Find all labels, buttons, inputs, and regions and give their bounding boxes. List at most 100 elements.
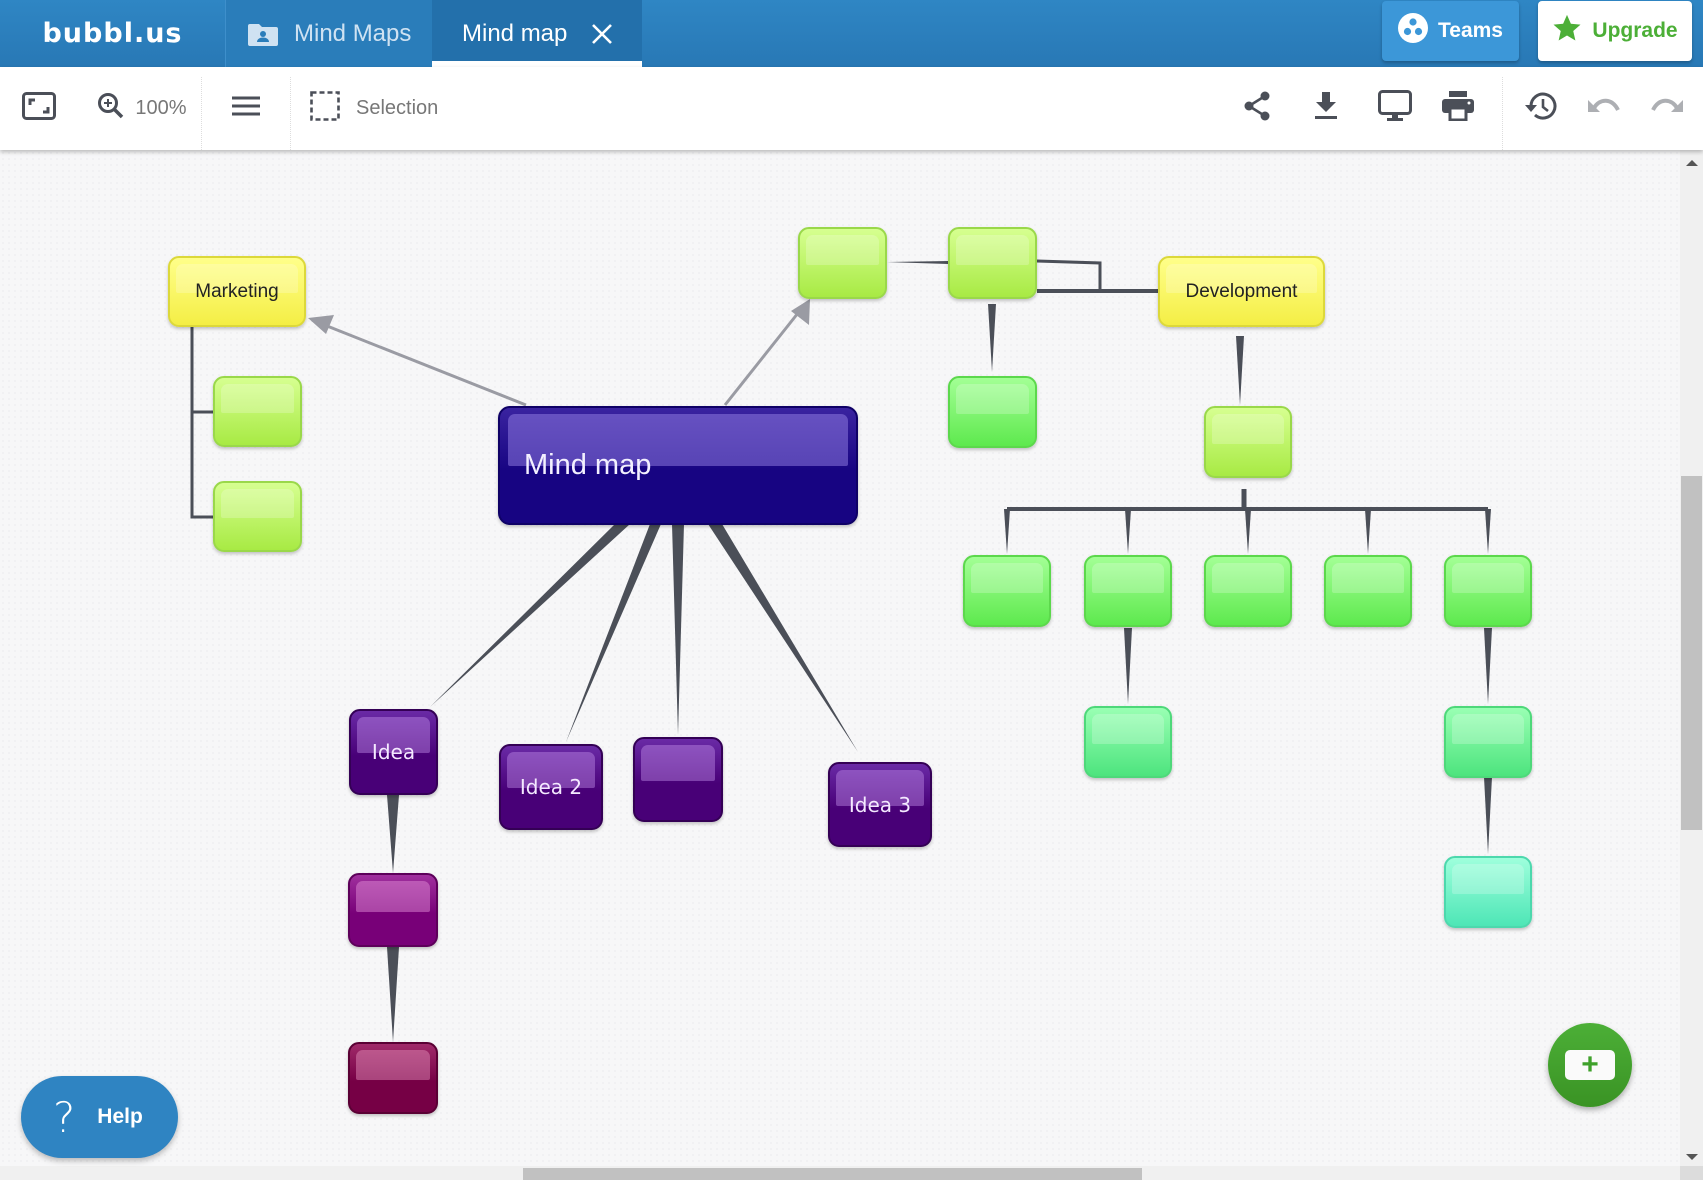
link-branch-5 [1485, 509, 1491, 554]
node-idea-label: Idea [371, 740, 416, 764]
undo-button[interactable] [1584, 67, 1624, 150]
teams-button[interactable]: Teams [1382, 1, 1519, 61]
tab-mind-maps[interactable]: Mind Maps [226, 0, 432, 67]
node-marketing[interactable]: Marketing [168, 256, 306, 327]
scroll-up-arrow-icon[interactable] [1686, 160, 1698, 166]
node-root-label: Mind map [524, 449, 652, 481]
tab-mind-map[interactable]: Mind map [432, 0, 642, 67]
node-idea-blank[interactable] [633, 737, 723, 822]
node-development-child[interactable] [1204, 406, 1292, 478]
upgrade-button[interactable]: Upgrade [1538, 1, 1692, 61]
zoom-level: 100% [135, 97, 187, 119]
link-dev-child [1236, 336, 1244, 405]
menu-button[interactable] [226, 67, 266, 150]
redo-button[interactable] [1647, 67, 1687, 150]
node-root-mind-map[interactable]: Mind map [498, 406, 858, 525]
print-icon [1442, 91, 1474, 126]
node-dev-branch-5[interactable] [1444, 555, 1532, 627]
node-marketing-child-1[interactable] [213, 376, 302, 447]
link-branch-1 [1004, 509, 1010, 554]
node-idea-2[interactable]: Idea 2 [499, 744, 603, 830]
teams-label: Teams [1438, 19, 1503, 42]
node-top-green-2[interactable] [948, 227, 1037, 299]
horizontal-scrollbar[interactable] [0, 1166, 1680, 1180]
zoom-in-icon [97, 92, 125, 125]
link-col5-grandchild [1484, 777, 1492, 854]
node-marketing-child-2[interactable] [213, 481, 302, 552]
node-dev-branch-3[interactable] [1204, 555, 1292, 627]
download-icon [1315, 92, 1337, 125]
tab-mind-map-label: Mind map [462, 19, 568, 47]
node-development[interactable]: Development [1158, 256, 1325, 327]
toolbar-divider [1502, 77, 1503, 150]
top-bar: bubbl.us Mind Maps Mind map Teams Upgrad… [0, 0, 1703, 67]
vertical-scroll-thumb[interactable] [1681, 476, 1702, 830]
app-window: bubbl.us Mind Maps Mind map Teams Upgrad… [0, 0, 1703, 1180]
node-dev-branch-5-grandchild[interactable] [1444, 856, 1532, 928]
scroll-down-arrow-icon[interactable] [1686, 1154, 1698, 1160]
undo-icon [1588, 96, 1620, 121]
star-icon [1552, 13, 1582, 49]
add-node-icon: + [1565, 1050, 1615, 1080]
selection-label: Selection [356, 97, 439, 119]
help-label: Help [97, 1105, 143, 1128]
help-question-icon: ? [53, 1092, 76, 1142]
plus-icon: + [1581, 1048, 1599, 1081]
link-green2-development [1036, 259, 1102, 293]
selection-icon [310, 91, 340, 126]
close-icon[interactable] [591, 23, 613, 45]
node-idea-3[interactable]: Idea 3 [828, 762, 932, 847]
tab-mind-maps-label: Mind Maps [294, 19, 412, 47]
link-root-idea2 [566, 524, 661, 742]
node-top-green-1[interactable] [798, 227, 887, 299]
node-dev-branch-1[interactable] [963, 555, 1051, 627]
link-root-idea-blank [672, 524, 684, 735]
mindmap-canvas[interactable]: Marketing Mind map Development Idea Idea… [0, 150, 1680, 1166]
link-root-idea3 [708, 524, 858, 752]
node-idea[interactable]: Idea [349, 709, 438, 795]
node-dev-branch-2[interactable] [1084, 555, 1172, 627]
help-button[interactable]: ? Help [21, 1076, 178, 1158]
folder-user-icon [248, 22, 278, 46]
present-icon [1378, 90, 1412, 127]
print-button[interactable] [1438, 67, 1478, 150]
link-marketing-children [190, 327, 213, 519]
node-idea-3-label: Idea 3 [848, 792, 912, 817]
node-development-label: Development [1185, 280, 1298, 302]
history-icon [1525, 91, 1557, 126]
history-button[interactable] [1521, 67, 1561, 150]
link-col5-child [1484, 628, 1492, 704]
link-branch-3 [1245, 509, 1251, 554]
toolbar-divider [290, 77, 291, 150]
node-dev-branch-4[interactable] [1324, 555, 1412, 627]
node-idea-grandchild[interactable] [348, 1042, 438, 1114]
vertical-scrollbar[interactable] [1680, 150, 1703, 1166]
node-idea-2-label: Idea 2 [519, 775, 583, 799]
add-node-button[interactable]: + [1548, 1023, 1632, 1107]
link-root-idea1 [430, 524, 630, 707]
zoom-control[interactable]: 100% [92, 67, 192, 150]
teams-icon [1398, 13, 1428, 49]
arrow-head-green [791, 299, 810, 325]
node-marketing-label: Marketing [195, 280, 279, 302]
node-top-green-3[interactable] [948, 376, 1037, 448]
hamburger-menu-icon [232, 96, 260, 121]
fit-screen-icon [22, 92, 56, 125]
toolbar-divider [201, 77, 202, 150]
selection-tool[interactable]: Selection [310, 67, 450, 150]
share-button[interactable] [1237, 67, 1277, 150]
fit-screen-button[interactable] [18, 67, 60, 150]
link-green2-green3 [988, 304, 996, 372]
scrollbar-corner [1680, 1166, 1703, 1180]
share-icon [1243, 91, 1271, 126]
node-dev-branch-2-child[interactable] [1084, 706, 1172, 778]
bubblus-logo[interactable]: bubbl.us [0, 0, 226, 67]
node-idea-child[interactable] [348, 873, 438, 947]
toolbar: 100% Selection [0, 67, 1703, 150]
node-dev-branch-5-child[interactable] [1444, 706, 1532, 778]
link-green1-green2 [887, 261, 948, 264]
link-col2-child [1124, 628, 1132, 704]
horizontal-scroll-thumb[interactable] [523, 1168, 1142, 1180]
present-button[interactable] [1375, 67, 1415, 150]
download-button[interactable] [1306, 67, 1346, 150]
